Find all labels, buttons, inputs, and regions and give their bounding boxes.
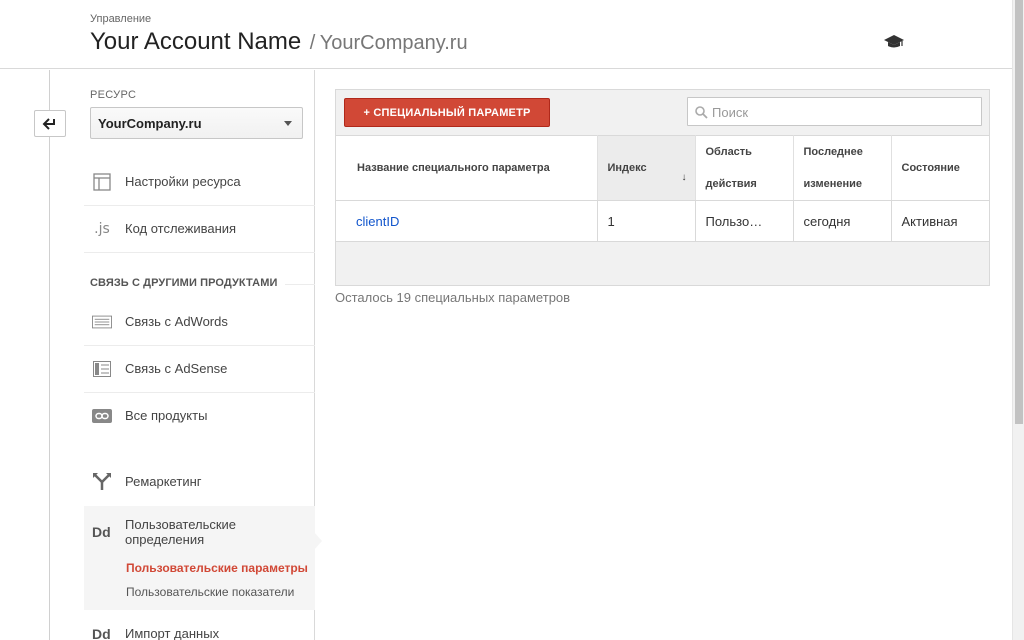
back-button[interactable] — [34, 110, 66, 137]
cell-last-changed: сегодня — [793, 200, 892, 242]
add-custom-dimension-button[interactable]: + СПЕЦИАЛЬНЫЙ ПАРАМЕТР — [344, 98, 550, 127]
scrollbar-thumb[interactable] — [1015, 0, 1023, 424]
sidebar-item-property-settings[interactable]: Настройки ресурса — [84, 159, 315, 206]
search-input[interactable] — [712, 103, 972, 121]
resource-select-value: YourCompany.ru — [98, 116, 202, 131]
sidebar-item-label: Все продукты — [125, 408, 208, 423]
adsense-icon — [92, 360, 112, 378]
sidebar-subitem-custom-metrics[interactable]: Пользовательские показатели — [126, 585, 294, 599]
window-icon — [92, 173, 112, 191]
column-header-label: Индекс — [607, 162, 647, 174]
chevron-down-icon — [284, 121, 292, 126]
column-header-state[interactable]: Состояние — [891, 135, 989, 201]
adwords-icon — [92, 313, 112, 331]
search-icon — [695, 106, 708, 119]
company-name[interactable]: YourCompany.ru — [320, 32, 468, 54]
table-header-row: Название специального параметра Индекс ↓… — [336, 135, 989, 201]
resource-label: РЕСУРС — [90, 89, 137, 101]
sidebar-item-adwords[interactable]: Связь с AdWords — [84, 299, 315, 346]
link-icon — [92, 407, 112, 425]
scrollbar[interactable] — [1012, 0, 1024, 640]
table-row: clientID 1 Пользо… сегодня Активная — [336, 200, 989, 242]
dimension-link[interactable]: clientID — [356, 214, 399, 229]
search-box[interactable] — [687, 97, 982, 126]
rail-divider — [49, 70, 50, 640]
page-header: Управление Your Account Name / YourCompa… — [0, 0, 1012, 69]
js-icon: .js — [94, 221, 110, 237]
sidebar-item-label: Ремаркетинг — [125, 474, 202, 489]
custom-definitions-icon: Dd — [92, 524, 111, 540]
title-separator: / — [309, 32, 316, 54]
account-name[interactable]: Your Account Name — [90, 28, 301, 55]
resource-select[interactable]: YourCompany.ru — [90, 107, 303, 139]
fork-icon — [92, 473, 112, 491]
sort-arrow-icon: ↓ — [681, 172, 687, 183]
sidebar-item-data-import[interactable]: Dd Импорт данных — [84, 623, 315, 640]
sidebar-item-adsense[interactable]: Связь с AdSense — [84, 346, 315, 393]
graduation-cap-icon[interactable] — [883, 32, 905, 50]
sidebar-subitem-custom-dimensions[interactable]: Пользовательские параметры — [126, 561, 308, 575]
column-header-index[interactable]: Индекс ↓ — [597, 135, 696, 201]
cell-state: Активная — [891, 200, 989, 242]
sidebar-item-all-products[interactable]: Все продукты — [84, 393, 315, 440]
sidebar-item-custom-definitions[interactable]: Dd Пользовательские определения Пользова… — [84, 506, 315, 610]
column-header-scope[interactable]: Область действия — [695, 135, 794, 201]
custom-dimensions-table: Название специального параметра Индекс ↓… — [336, 135, 989, 242]
cell-index: 1 — [597, 200, 696, 242]
sidebar-item-label: Код отслеживания — [125, 221, 237, 236]
divider — [285, 284, 315, 285]
cell-scope: Пользо… — [695, 200, 794, 242]
section-heading-linking: СВЯЗЬ С ДРУГИМИ ПРОДУКТАМИ — [90, 277, 278, 289]
sidebar-item-label: Импорт данных — [125, 626, 220, 640]
sidebar-item-label: Пользовательские определения — [125, 517, 237, 547]
cell-name: clientID — [336, 200, 598, 242]
breadcrumb[interactable]: Управление — [90, 13, 151, 25]
data-import-icon: Dd — [92, 626, 111, 640]
sidebar: РЕСУРС YourCompany.ru Настройки ресурса … — [84, 70, 322, 640]
sidebar-item-tracking-code[interactable]: .js Код отслеживания — [84, 206, 315, 253]
sidebar-item-label: Связь с AdWords — [125, 314, 228, 329]
column-header-name[interactable]: Название специального параметра — [336, 135, 598, 201]
remaining-count: Осталось 19 специальных параметров — [335, 290, 571, 305]
page-title: Your Account Name / YourCompany.ru — [90, 28, 468, 56]
sidebar-item-label: Связь с AdSense — [125, 361, 228, 376]
column-header-last-changed[interactable]: Последнее изменение — [793, 135, 892, 201]
active-pointer — [314, 532, 322, 550]
sidebar-item-remarketing[interactable]: Ремаркетинг — [84, 459, 315, 506]
sidebar-item-label: Настройки ресурса — [125, 174, 241, 189]
custom-dimensions-panel: + СПЕЦИАЛЬНЫЙ ПАРАМЕТР Название специаль… — [335, 89, 990, 286]
arrow-left-icon — [42, 117, 55, 130]
